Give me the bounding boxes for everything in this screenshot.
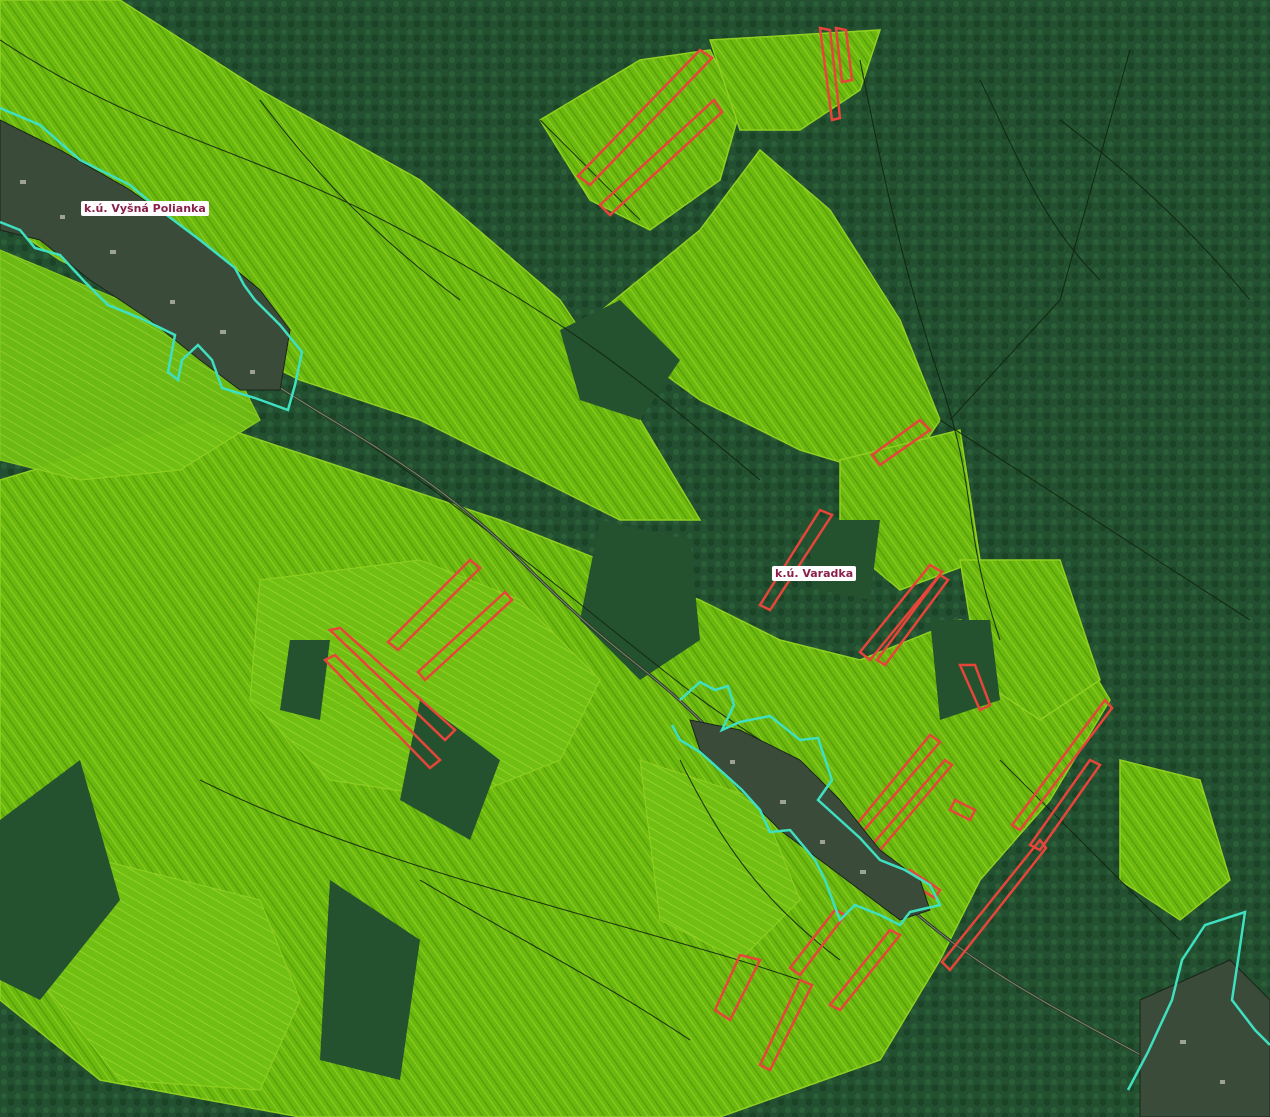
cadastral-label-varadka: k.ú. Varadka [772,566,857,581]
map-view[interactable]: k.ú. Vyšná Polianka k.ú. Varadka [0,0,1270,1117]
map-canvas [0,0,1270,1117]
cadastral-label-vysna-polianka: k.ú. Vyšná Polianka [81,201,209,216]
